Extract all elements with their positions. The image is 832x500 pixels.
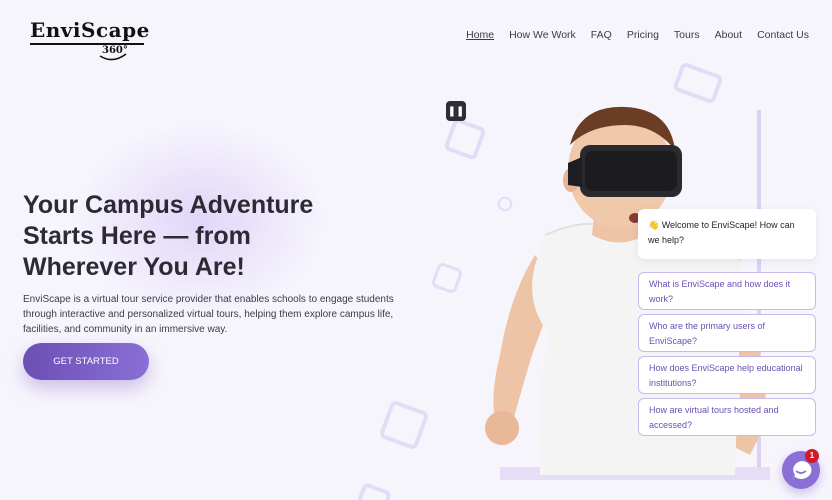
chat-quick-reply[interactable]: How does EnviScape help educational inst…: [638, 356, 816, 394]
main-nav: Home How We Work FAQ Pricing Tours About…: [466, 29, 809, 41]
nav-item-pricing[interactable]: Pricing: [627, 29, 659, 41]
decor-square: [378, 399, 430, 451]
nav-item-contact-us[interactable]: Contact Us: [757, 29, 809, 41]
pause-glyph: ❚❚: [447, 105, 465, 117]
pause-icon[interactable]: ❚❚: [446, 101, 466, 121]
chat-notification-badge: 1: [805, 449, 819, 463]
chat-quick-reply[interactable]: Who are the primary users of EnviScape?: [638, 314, 816, 352]
logo-swoosh-icon: [99, 53, 127, 61]
chat-welcome-message: 👋 Welcome to EnviScape! How can we help?: [638, 209, 816, 259]
nav-item-home[interactable]: Home: [466, 29, 494, 41]
decor-square: [353, 481, 393, 500]
nav-item-about[interactable]: About: [715, 29, 742, 41]
chat-quick-reply[interactable]: What is EnviScape and how does it work?: [638, 272, 816, 310]
nav-item-faq[interactable]: FAQ: [591, 29, 612, 41]
hero-title: Your Campus Adventure Starts Here — from…: [23, 191, 314, 281]
chat-quick-reply[interactable]: How are virtual tours hosted and accesse…: [638, 398, 816, 436]
nav-item-tours[interactable]: Tours: [674, 29, 700, 41]
get-started-button[interactable]: GET STARTED: [23, 343, 149, 380]
enviscape-logo[interactable]: EnviScape 360°: [30, 18, 150, 61]
hero-description: EnviScape is a virtual tour service prov…: [23, 294, 394, 335]
nav-item-how-we-work[interactable]: How We Work: [509, 29, 576, 41]
logo-wordmark: EnviScape: [30, 18, 150, 42]
